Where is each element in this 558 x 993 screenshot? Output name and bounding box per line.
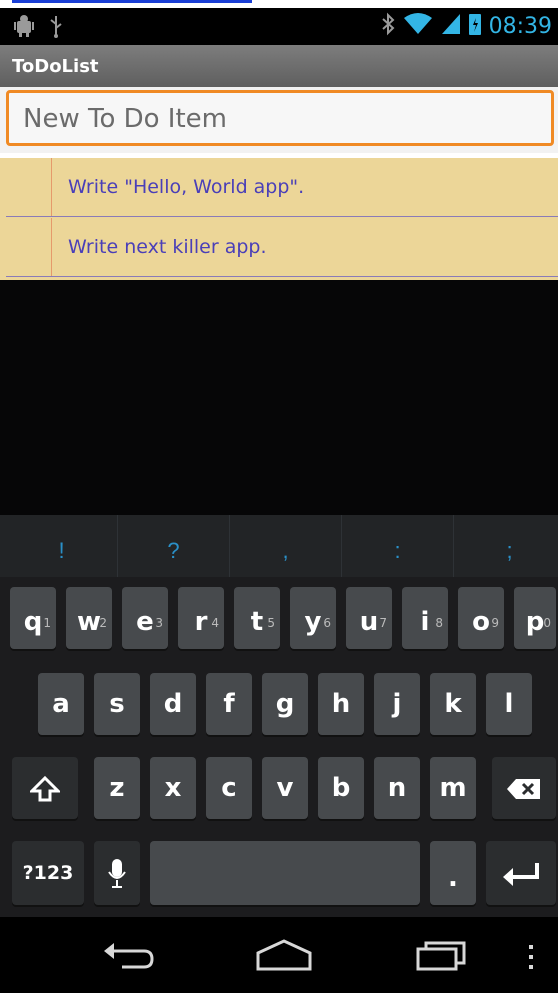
suggestion-strip: ! ? , : ;: [0, 515, 558, 577]
top-strip: [0, 0, 558, 8]
microphone-icon: [107, 858, 127, 888]
soft-keyboard: ! ? , : ; 1q 2w 3e 4r 5t 6y 7u 8i 9o 0p …: [0, 515, 558, 917]
signal-icon: [441, 12, 461, 41]
key-v[interactable]: v: [262, 757, 308, 819]
key-a[interactable]: a: [38, 673, 84, 735]
app-title: ToDoList: [12, 56, 99, 77]
new-item-field-frame: [6, 90, 558, 146]
suggestion-colon[interactable]: :: [342, 515, 454, 577]
key-t[interactable]: 5t: [234, 587, 280, 649]
recent-apps-icon: [414, 941, 470, 977]
suggestion-exclamation[interactable]: !: [6, 515, 118, 577]
key-p[interactable]: 0p: [514, 587, 556, 649]
list-margin-line: [51, 218, 52, 276]
key-r[interactable]: 4r: [178, 587, 224, 649]
list-item-text: Write next killer app.: [68, 236, 267, 258]
wifi-icon: [403, 12, 433, 41]
key-hint: 9: [491, 616, 499, 630]
key-hint: 8: [435, 616, 443, 630]
list-item[interactable]: Write next killer app.: [6, 218, 558, 277]
navigation-bar: [0, 917, 558, 993]
home-icon: [254, 939, 314, 977]
status-time: 08:39: [488, 14, 552, 39]
status-bar: 08:39: [0, 8, 558, 45]
key-o[interactable]: 9o: [458, 587, 504, 649]
key-w[interactable]: 2w: [66, 587, 112, 649]
todo-list: Write "Hello, World app". Write next kil…: [0, 158, 558, 280]
backspace-key[interactable]: [492, 757, 556, 819]
key-hint: 2: [99, 616, 107, 630]
key-hint: 5: [267, 616, 275, 630]
enter-key[interactable]: [486, 841, 556, 905]
key-m[interactable]: m: [430, 757, 476, 819]
key-q[interactable]: 1q: [10, 587, 56, 649]
voice-input-key[interactable]: [94, 841, 140, 905]
new-todo-input[interactable]: [9, 93, 558, 145]
key-hint: 6: [323, 616, 331, 630]
key-l[interactable]: l: [486, 673, 532, 735]
period-key[interactable]: .: [430, 841, 476, 905]
key-c[interactable]: c: [206, 757, 252, 819]
key-s[interactable]: s: [94, 673, 140, 735]
list-margin-line: [51, 158, 52, 216]
key-y[interactable]: 6y: [290, 587, 336, 649]
home-button[interactable]: [254, 937, 314, 977]
key-k[interactable]: k: [430, 673, 476, 735]
empty-content-area: [0, 280, 558, 515]
menu-overflow-button[interactable]: [526, 943, 536, 983]
suggestion-comma[interactable]: ,: [230, 515, 342, 577]
overflow-icon: [526, 945, 536, 975]
suggestion-semicolon[interactable]: ;: [454, 515, 558, 577]
recent-apps-button[interactable]: [414, 937, 470, 977]
key-hint: 0: [543, 616, 551, 630]
key-j[interactable]: j: [374, 673, 420, 735]
key-z[interactable]: z: [94, 757, 140, 819]
enter-icon: [501, 858, 541, 888]
bluetooth-icon: [381, 12, 395, 41]
battery-icon: [468, 12, 481, 41]
key-i[interactable]: 8i: [402, 587, 448, 649]
key-n[interactable]: n: [374, 757, 420, 819]
entry-container: [0, 87, 558, 153]
key-hint: 1: [43, 616, 51, 630]
shift-key[interactable]: [12, 757, 78, 819]
key-hint: 3: [155, 616, 163, 630]
key-b[interactable]: b: [318, 757, 364, 819]
key-d[interactable]: d: [150, 673, 196, 735]
header-link-fragment: [12, 0, 252, 3]
back-icon: [100, 943, 158, 977]
key-x[interactable]: x: [150, 757, 196, 819]
key-hint: 7: [379, 616, 387, 630]
key-g[interactable]: g: [262, 673, 308, 735]
action-bar: ToDoList: [0, 45, 558, 87]
symbols-key[interactable]: ?123: [12, 841, 84, 905]
key-hint: 4: [211, 616, 219, 630]
key-h[interactable]: h: [318, 673, 364, 735]
list-item[interactable]: Write "Hello, World app".: [6, 158, 558, 217]
suggestion-question[interactable]: ?: [118, 515, 230, 577]
space-key[interactable]: [150, 841, 420, 905]
android-debug-icon: [14, 14, 34, 43]
back-button[interactable]: [100, 937, 158, 977]
shift-icon: [28, 773, 62, 803]
key-f[interactable]: f: [206, 673, 252, 735]
key-u[interactable]: 7u: [346, 587, 392, 649]
backspace-icon: [506, 773, 542, 803]
list-item-text: Write "Hello, World app".: [68, 176, 305, 198]
key-e[interactable]: 3e: [122, 587, 168, 649]
usb-icon: [48, 14, 64, 43]
